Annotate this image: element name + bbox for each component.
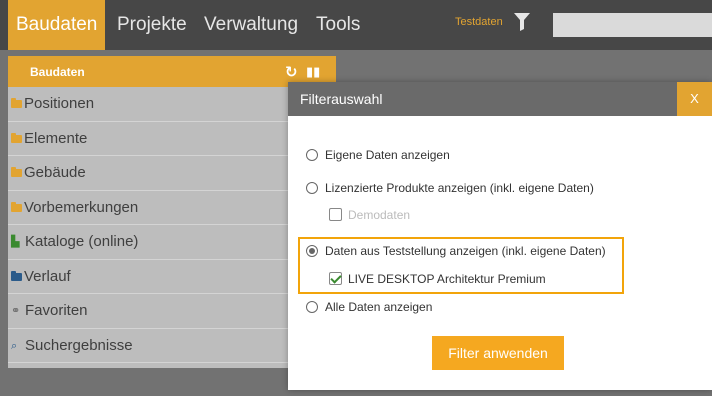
- option-eigene-daten[interactable]: Eigene Daten anzeigen: [306, 148, 450, 162]
- radio-button[interactable]: [306, 182, 318, 194]
- radio-button-selected[interactable]: [306, 245, 318, 257]
- checkbox-label: Demodaten: [348, 208, 411, 222]
- sidebar-header: Baudaten ↻ ▮▮: [8, 56, 336, 87]
- sidebar-item-verlauf[interactable]: Verlauf: [8, 260, 336, 294]
- option-alle-daten[interactable]: Alle Daten anzeigen: [306, 300, 432, 314]
- dialog-header: Filterauswahl X: [288, 82, 712, 116]
- option-label: Daten aus Teststellung anzeigen (inkl. e…: [325, 244, 606, 258]
- folder-icon: [11, 132, 22, 143]
- search-icon: ⌕: [11, 339, 18, 352]
- option-label: Alle Daten anzeigen: [325, 300, 433, 314]
- dialog-title: Filterauswahl: [300, 91, 383, 107]
- checkbox-demodaten: Demodaten: [329, 208, 410, 222]
- radio-button[interactable]: [306, 149, 318, 161]
- sidebar-item-label: Verlauf: [24, 267, 71, 285]
- search-input[interactable]: [553, 13, 712, 37]
- option-lizenzierte-produkte[interactable]: Lizenzierte Produkte anzeigen (inkl. eig…: [306, 181, 594, 195]
- sidebar-item-label: Kataloge (online): [25, 233, 139, 250]
- paperclip-icon: ⚭: [11, 305, 21, 317]
- nav-tools[interactable]: Tools: [316, 0, 360, 50]
- option-teststellung[interactable]: Daten aus Teststellung anzeigen (inkl. e…: [306, 244, 606, 258]
- sidebar-item-label: Vorbemerkungen: [24, 198, 139, 216]
- sidebar: Baudaten ↻ ▮▮ Positionen Elemente Gebäud…: [8, 56, 336, 368]
- refresh-icon[interactable]: ↻: [285, 63, 298, 81]
- folder-icon: [11, 167, 22, 177]
- sidebar-item-elemente[interactable]: Elemente: [8, 122, 336, 156]
- sidebar-item-label: Positionen: [24, 95, 95, 112]
- sidebar-item-label: Favoriten: [25, 302, 88, 319]
- checkbox-label: LIVE DESKTOP Architektur Premium: [348, 272, 546, 286]
- checkbox-checked[interactable]: [329, 272, 342, 285]
- sidebar-title: Baudaten: [30, 65, 85, 79]
- nav-baudaten[interactable]: Baudaten: [8, 0, 106, 50]
- columns-icon[interactable]: ▮▮: [306, 64, 320, 80]
- sidebar-item-label: Elemente: [24, 129, 88, 147]
- sidebar-item-suchergebnisse[interactable]: ⌕ Suchergebnisse: [8, 329, 336, 363]
- book-icon: ▙: [11, 236, 20, 248]
- sidebar-item-vorbemerkungen[interactable]: Vorbemerkungen: [8, 191, 336, 225]
- nav-projekte[interactable]: Projekte: [117, 0, 187, 50]
- sidebar-item-kataloge[interactable]: ▙ Kataloge (online): [8, 225, 336, 260]
- option-label: Lizenzierte Produkte anzeigen (inkl. eig…: [325, 181, 594, 195]
- sidebar-item-label: Gebäude: [24, 164, 86, 181]
- radio-button[interactable]: [306, 301, 318, 313]
- option-label: Eigene Daten anzeigen: [325, 148, 450, 162]
- top-nav-bar: Baudaten Projekte Verwaltung Tools Testd…: [0, 0, 712, 50]
- folder-icon: [11, 201, 22, 212]
- sidebar-item-favoriten[interactable]: ⚭ Favoriten: [8, 294, 336, 329]
- sidebar-item-label: Suchergebnisse: [25, 336, 133, 354]
- sidebar-item-positionen[interactable]: Positionen: [8, 87, 336, 122]
- folder-icon: [11, 98, 22, 108]
- filter-icon[interactable]: [514, 13, 530, 31]
- apply-filter-button[interactable]: Filter anwenden: [432, 336, 564, 370]
- filter-dialog: Filterauswahl X Eigene Daten anzeigen Li…: [288, 82, 712, 390]
- checkbox: [329, 208, 342, 221]
- active-filter-label[interactable]: Testdaten: [455, 16, 503, 28]
- nav-verwaltung[interactable]: Verwaltung: [204, 0, 298, 50]
- folder-icon: [11, 270, 22, 281]
- sidebar-item-gebaeude[interactable]: Gebäude: [8, 156, 336, 191]
- checkbox-live-desktop[interactable]: LIVE DESKTOP Architektur Premium: [329, 272, 546, 286]
- close-button[interactable]: X: [677, 82, 712, 116]
